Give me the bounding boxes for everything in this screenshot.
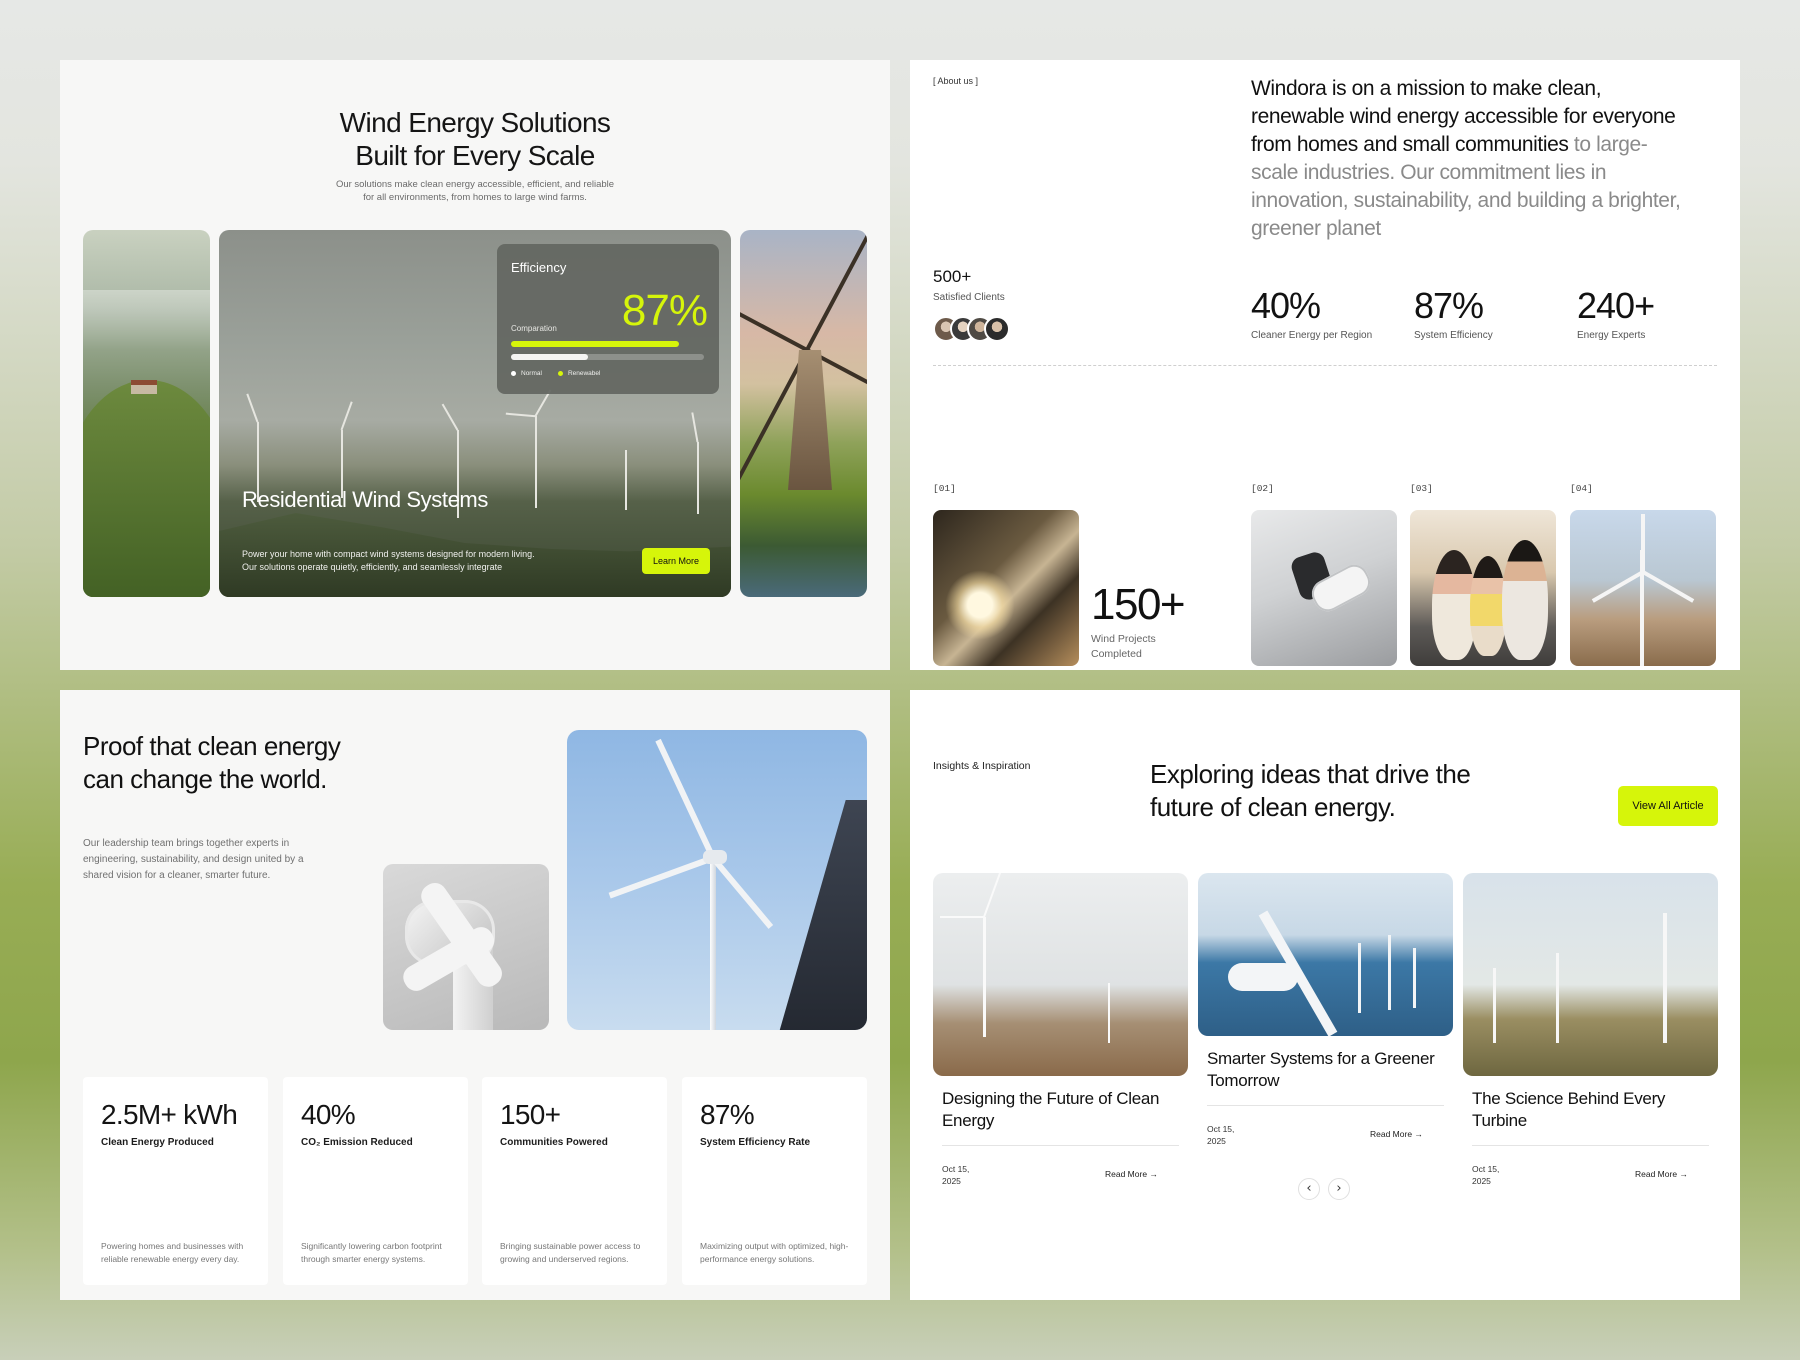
impact-stat-card: 87% System Efficiency Rate Maximizing ou…: [682, 1077, 867, 1285]
stat-description: Bringing sustainable power access to gro…: [500, 1241, 641, 1264]
chevron-right-icon: ›: [1336, 1181, 1342, 1196]
avatar: [984, 316, 1010, 342]
index-label: [03]: [1410, 483, 1433, 494]
read-more-link[interactable]: Read More →: [1635, 1169, 1688, 1179]
arrow-right-icon: →: [1149, 1169, 1158, 1179]
comparation-label: Comparation: [511, 324, 557, 333]
carousel-next-button[interactable]: ›: [1328, 1178, 1350, 1200]
efficiency-card: Efficiency 87% Comparation Normal Renewa…: [497, 244, 719, 394]
article-image: [1198, 873, 1453, 1036]
index-label: [04]: [1570, 483, 1593, 494]
insights-panel: Insights & Inspiration Exploring ideas t…: [910, 690, 1740, 1300]
stat-value: 150+: [500, 1099, 561, 1130]
article-date: Oct 15, 2025: [942, 1164, 970, 1186]
learn-more-button[interactable]: Learn More: [642, 548, 710, 574]
stat-description: Powering homes and businesses with relia…: [101, 1241, 244, 1264]
efficiency-legend: Normal Renewabel: [511, 370, 600, 377]
arrow-right-icon: →: [1414, 1129, 1423, 1139]
article-date: Oct 15, 2025: [1207, 1124, 1235, 1146]
renewable-bar-fill: [511, 341, 679, 347]
article-date: Oct 15, 2025: [1472, 1164, 1500, 1186]
technician-image: [933, 510, 1079, 666]
impact-stat-card: 2.5M+ kWh Clean Energy Produced Powering…: [83, 1077, 268, 1285]
stat-label: System Efficiency: [1414, 330, 1493, 341]
index-label: [01]: [933, 483, 956, 494]
clients-label: Satisfied Clients: [933, 292, 1005, 303]
stat-description: Significantly lowering carbon footprint …: [301, 1241, 442, 1264]
carousel-prev-button[interactable]: ‹: [1298, 1178, 1320, 1200]
normal-bar: [511, 354, 704, 360]
stat-label: CO₂ Emission Reduced: [301, 1137, 413, 1148]
index-label: [02]: [1251, 483, 1274, 494]
turbine-field-image: [1570, 510, 1716, 666]
article-title: Designing the Future of Clean Energy: [942, 1089, 1160, 1130]
efficiency-value: 87%: [621, 286, 708, 335]
read-more-link[interactable]: Read More →: [1105, 1169, 1158, 1179]
mission-statement: Windora is on a mission to make clean, r…: [1251, 77, 1681, 240]
clients-value: 500+: [933, 267, 972, 286]
chevron-left-icon: ‹: [1306, 1181, 1312, 1196]
stat-value: 40%: [1251, 285, 1321, 326]
divider: [942, 1145, 1179, 1146]
about-us-panel: [ About us ] Windora is on a mission to …: [910, 60, 1740, 670]
efficiency-title: Efficiency: [511, 260, 567, 275]
divider: [1472, 1145, 1709, 1146]
read-more-link[interactable]: Read More →: [1370, 1129, 1423, 1139]
article-title: Smarter Systems for a Greener Tomorrow: [1207, 1049, 1435, 1090]
family-image: [1410, 510, 1556, 666]
section-title: Exploring ideas that drive the future of…: [1150, 759, 1471, 822]
divider: [933, 365, 1717, 366]
normal-bar-fill: [511, 354, 589, 360]
section-title: Proof that clean energy can change the w…: [83, 731, 341, 794]
turbine-nacelle-image: [383, 864, 549, 1030]
section-subtitle: Our solutions make clean energy accessib…: [335, 179, 615, 203]
turbine-sky-image: [567, 730, 867, 1030]
hillside-house-image: [83, 230, 210, 597]
stat-label: System Efficiency Rate: [700, 1137, 811, 1148]
stat-value: 40%: [301, 1099, 356, 1130]
ev-charger-image: [1251, 510, 1397, 666]
insights-tag: Insights & Inspiration: [933, 760, 1031, 772]
stat-value: 87%: [1414, 285, 1484, 326]
legend-renewable: Renewabel: [557, 370, 600, 377]
divider: [1207, 1105, 1444, 1106]
article-title: The Science Behind Every Turbine: [1472, 1089, 1666, 1130]
section-title: Wind Energy Solutions Built for Every Sc…: [339, 107, 611, 171]
stat-value: 240+: [1577, 285, 1655, 326]
section-subtitle: Our leadership team brings together expe…: [83, 838, 304, 881]
caption-title: Residential Wind Systems: [242, 487, 488, 512]
windmill-image: [740, 230, 867, 597]
article-image: [933, 873, 1188, 1076]
stat-value: 87%: [700, 1099, 755, 1130]
impact-panel: Proof that clean energy can change the w…: [60, 690, 890, 1300]
renewable-bar: [511, 341, 704, 347]
projects-label: Wind Projects Completed: [1091, 633, 1156, 660]
legend-normal: Normal: [511, 370, 542, 377]
stat-value: 2.5M+ kWh: [101, 1099, 238, 1130]
article-image: [1463, 873, 1718, 1076]
stat-label: Energy Experts: [1577, 330, 1646, 341]
impact-stat-card: 40% CO₂ Emission Reduced Significantly l…: [283, 1077, 468, 1285]
caption-text: Power your home with compact wind system…: [242, 549, 535, 572]
impact-stat-card: 150+ Communities Powered Bringing sustai…: [482, 1077, 667, 1285]
about-us-tag: [ About us ]: [933, 76, 979, 86]
stat-label: Cleaner Energy per Region: [1251, 330, 1373, 341]
arrow-right-icon: →: [1679, 1169, 1688, 1179]
stat-label: Communities Powered: [500, 1137, 608, 1148]
stat-label: Clean Energy Produced: [101, 1137, 214, 1148]
client-avatars: [933, 316, 1010, 342]
wind-solutions-panel: Wind Energy Solutions Built for Every Sc…: [60, 60, 890, 670]
view-all-articles-button[interactable]: View All Article: [1618, 786, 1718, 826]
stat-description: Maximizing output with optimized, high-p…: [700, 1241, 849, 1264]
projects-value: 150+: [1091, 580, 1186, 629]
